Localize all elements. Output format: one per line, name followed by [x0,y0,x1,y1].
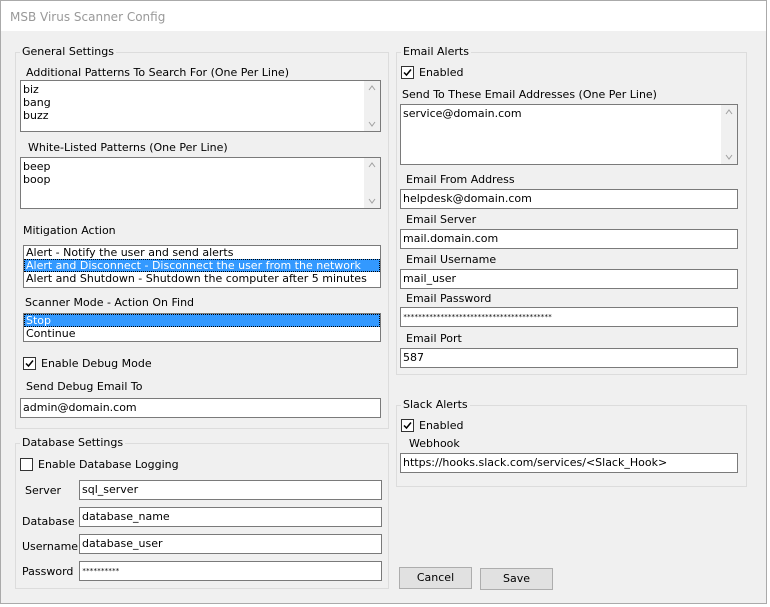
debug-email-field[interactable]: admin@domain.com [20,398,381,418]
check-icon [25,360,34,368]
db-database-label: Database [22,515,75,528]
database-settings-legend: Database Settings [20,436,126,449]
email-from-label: Email From Address [406,173,515,186]
mitigation-option[interactable]: Alert - Notify the user and send alerts [24,246,380,259]
whitelist-scrollbar[interactable] [364,158,380,208]
email-address-line: service@domain.com [403,107,522,120]
email-addresses-lines: service@domain.com [403,107,522,120]
email-username-label: Email Username [406,253,497,266]
email-password-field[interactable]: **************************************** [400,307,738,327]
webhook-field[interactable]: https://hooks.slack.com/services/<Slack_… [400,453,738,473]
check-icon [403,422,412,430]
general-settings-legend: General Settings [20,45,116,58]
db-username-label: Username [22,540,79,553]
chevron-down-icon[interactable] [725,153,733,161]
mitigation-option-selected[interactable]: Alert and Disconnect - Disconnect the us… [24,259,380,272]
pattern-line: buzz [23,109,49,122]
db-server-label: Server [25,484,62,497]
email-port-label: Email Port [406,332,462,345]
db-server-field[interactable]: sql_server [79,480,382,500]
title-bar[interactable]: MSB Virus Scanner Config [1,1,766,31]
debug-email-label: Send Debug Email To [26,380,143,393]
scanner-mode-label: Scanner Mode - Action On Find [25,296,195,309]
debug-mode-checkbox[interactable] [23,357,36,370]
scanner-option-selected[interactable]: Stop [24,314,380,327]
pattern-line: biz [23,83,39,96]
chevron-up-icon[interactable] [725,108,733,116]
save-button[interactable]: Save [480,568,553,590]
email-port-field[interactable]: 587 [400,348,738,368]
email-from-field[interactable]: helpdesk@domain.com [400,189,738,209]
email-enabled-label[interactable]: Enabled [419,66,463,79]
scanner-mode-listbox[interactable]: Stop Continue [23,313,381,342]
window-title: MSB Virus Scanner Config [10,10,166,24]
mitigation-label: Mitigation Action [23,224,116,237]
webhook-label: Webhook [409,437,460,450]
db-username-field[interactable]: database_user [79,534,382,554]
slack-alerts-legend: Slack Alerts [401,398,470,411]
email-password-label: Email Password [406,292,492,305]
whitelist-lines: beep boop [23,160,51,186]
email-addresses-scrollbar[interactable] [721,105,737,164]
mitigation-listbox[interactable]: Alert - Notify the user and send alerts … [23,245,381,288]
db-password-label: Password [22,565,74,578]
pattern-line: bang [23,96,51,109]
mitigation-option[interactable]: Alert and Shutdown - Shutdown the comput… [24,272,380,285]
slack-enabled-checkbox[interactable] [401,419,414,432]
email-enabled-checkbox[interactable] [401,66,414,79]
config-window: MSB Virus Scanner Config General Setting… [0,0,767,604]
slack-enabled-label[interactable]: Enabled [419,419,463,432]
chevron-up-icon[interactable] [368,84,376,92]
patterns-label: Additional Patterns To Search For (One P… [26,66,289,79]
check-icon [403,69,412,77]
whitelist-line: boop [23,173,51,186]
email-server-field[interactable]: mail.domain.com [400,229,738,249]
patterns-lines: biz bang buzz [23,83,51,122]
debug-mode-label[interactable]: Enable Debug Mode [41,357,152,370]
whitelist-line: beep [23,160,51,173]
whitelist-textarea[interactable]: beep boop [20,157,381,209]
chevron-down-icon[interactable] [368,197,376,205]
email-username-field[interactable]: mail_user [400,269,738,289]
email-addresses-label: Send To These Email Addresses (One Per L… [402,88,657,101]
email-server-label: Email Server [406,213,477,226]
email-alerts-legend: Email Alerts [401,45,471,58]
chevron-down-icon[interactable] [368,120,376,128]
patterns-textarea[interactable]: biz bang buzz [20,80,381,132]
db-database-field[interactable]: database_name [79,507,382,527]
database-logging-checkbox[interactable] [20,458,33,471]
whitelist-label: White-Listed Patterns (One Per Line) [28,141,228,154]
chevron-up-icon[interactable] [368,161,376,169]
cancel-button[interactable]: Cancel [399,567,472,589]
patterns-scrollbar[interactable] [364,81,380,131]
email-addresses-textarea[interactable]: service@domain.com [400,104,738,165]
database-logging-label[interactable]: Enable Database Logging [38,458,179,471]
scanner-option[interactable]: Continue [24,327,380,340]
db-password-field[interactable]: ********** [79,561,382,581]
